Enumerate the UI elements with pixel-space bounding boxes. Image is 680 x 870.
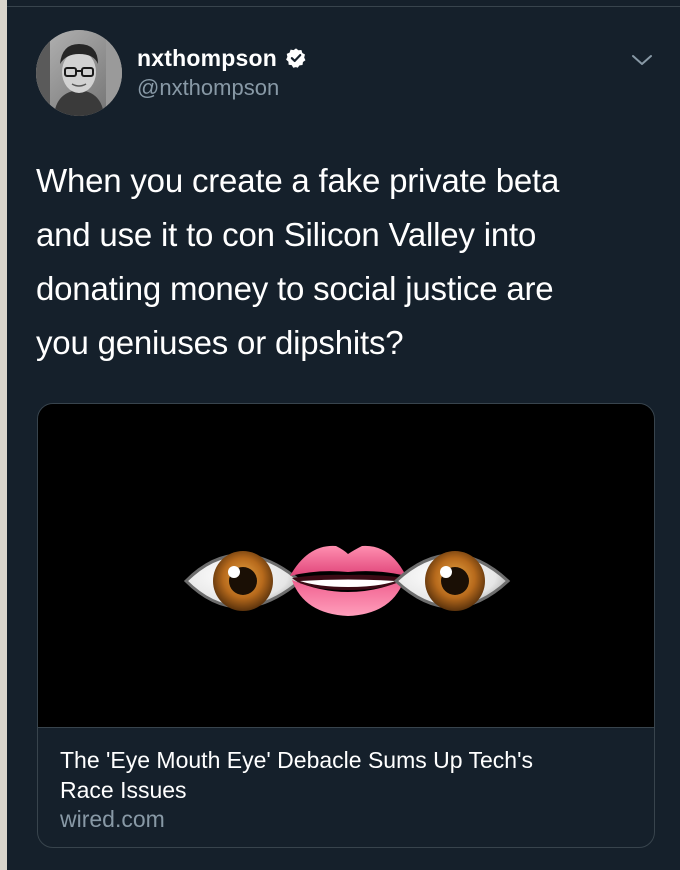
display-name-row: nxthompson: [137, 43, 307, 73]
card-image[interactable]: [38, 404, 654, 727]
display-name[interactable]: nxthompson: [137, 45, 277, 72]
user-handle: @nxthompson: [137, 75, 280, 100]
mouth-icon: [290, 545, 406, 616]
tweet-text-line: When you create a fake private beta: [36, 162, 560, 199]
card-title-line: Race Issues: [60, 777, 187, 803]
eye-mouth-eye-image: [183, 545, 511, 616]
card-title[interactable]: The 'Eye Mouth Eye' Debacle Sums Up Tech…: [60, 745, 640, 805]
tweet-text-line: you geniuses or dipshits?: [36, 324, 404, 361]
avatar[interactable]: [36, 30, 122, 116]
window-edge: [0, 0, 7, 870]
tweet-header: nxthompson @nxthompson: [36, 30, 666, 120]
top-divider: [7, 6, 680, 7]
tweet-text: When you create a fake private beta and …: [36, 154, 656, 370]
tweet-screen: nxthompson @nxthompson When you create a…: [0, 0, 680, 870]
card-divider: [38, 727, 654, 728]
chevron-down-icon[interactable]: [630, 52, 654, 68]
author-info[interactable]: nxthompson @nxthompson: [137, 43, 307, 101]
card-title-line: The 'Eye Mouth Eye' Debacle Sums Up Tech…: [60, 747, 533, 773]
avatar-photo: [36, 30, 122, 116]
tweet-text-line: and use it to con Silicon Valley into: [36, 216, 537, 253]
eye-icon: [393, 551, 511, 611]
tweet-text-line: donating money to social justice are: [36, 270, 554, 307]
link-card[interactable]: The 'Eye Mouth Eye' Debacle Sums Up Tech…: [37, 403, 655, 848]
card-domain: wired.com: [60, 806, 165, 832]
verified-badge-icon: [286, 48, 306, 68]
eye-icon: [183, 551, 303, 611]
